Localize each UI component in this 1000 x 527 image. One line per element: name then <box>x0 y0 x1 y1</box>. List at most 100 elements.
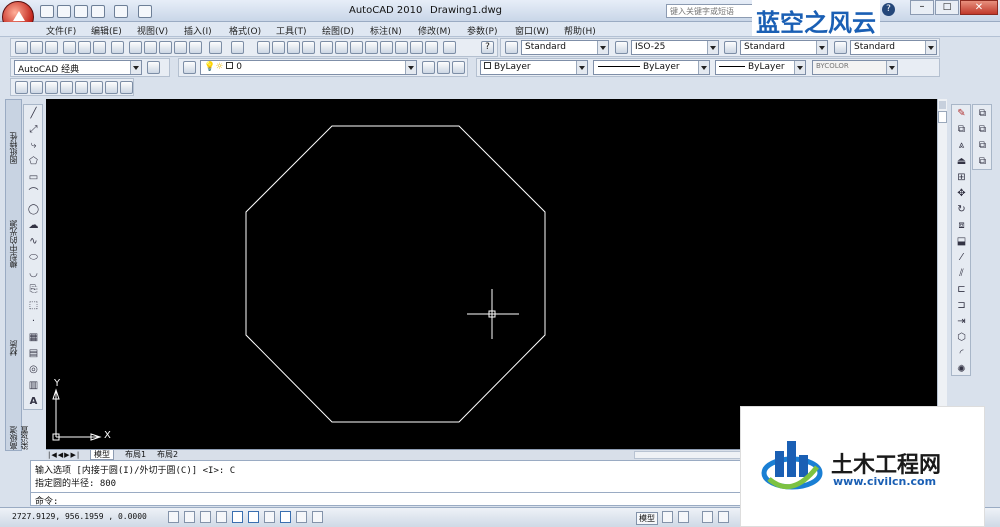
workspace-select[interactable]: AutoCAD 经典 <box>14 60 142 75</box>
object-snap-tracking-button[interactable] <box>248 511 259 523</box>
table-icon[interactable] <box>425 41 438 54</box>
save-icon[interactable] <box>74 5 88 18</box>
circle-icon[interactable]: ◯ <box>27 204 40 216</box>
sphere-icon[interactable] <box>30 81 43 94</box>
chamfer-icon[interactable]: ⬡ <box>955 332 968 344</box>
print-icon[interactable] <box>63 41 76 54</box>
calculator-icon[interactable] <box>410 41 423 54</box>
close-button[interactable]: ✕ <box>960 0 998 15</box>
erase-icon[interactable]: ✎ <box>955 108 968 120</box>
match-properties-icon[interactable] <box>174 41 187 54</box>
quick-properties-button[interactable] <box>312 511 323 523</box>
object-snap-button[interactable] <box>232 511 243 523</box>
menu-insert[interactable]: 插入(I) <box>184 24 212 37</box>
cone-icon[interactable] <box>60 81 73 94</box>
paste-icon[interactable] <box>159 41 172 54</box>
stretch-icon[interactable]: ⬓ <box>955 236 968 248</box>
help-icon[interactable]: ? <box>882 3 895 16</box>
zoom-window-icon[interactable] <box>287 41 300 54</box>
bring-to-front-icon[interactable]: ⧉ <box>976 108 989 120</box>
tool-palettes-icon[interactable] <box>350 41 363 54</box>
help-search-input[interactable]: 键入关键字或短语 <box>666 4 754 18</box>
break-icon[interactable]: ⊐ <box>955 300 968 312</box>
menu-window[interactable]: 窗口(W) <box>515 24 549 37</box>
dim-style-select[interactable]: ISO-25 <box>631 40 719 55</box>
ortho-mode-button[interactable] <box>200 511 211 523</box>
drawing-canvas[interactable]: Y X <box>46 99 937 449</box>
lineweight-select[interactable]: ByLayer <box>715 60 806 75</box>
quick-view-layouts-icon[interactable] <box>662 511 673 523</box>
menu-modify[interactable]: 修改(M) <box>418 24 451 37</box>
text-style-select[interactable]: Standard <box>521 40 609 55</box>
design-center-icon[interactable] <box>335 41 348 54</box>
zoom-previous-icon[interactable] <box>302 41 315 54</box>
lineweight-display-button[interactable] <box>296 511 307 523</box>
tab-layout2[interactable]: 布局2 <box>154 450 181 460</box>
redo-icon[interactable] <box>114 5 128 18</box>
workspace-settings-icon[interactable] <box>147 61 160 74</box>
octagon[interactable] <box>245 125 546 423</box>
undo-tool-icon[interactable] <box>209 41 222 54</box>
menu-parametric[interactable]: 参数(P) <box>467 24 497 37</box>
scroll-up-icon[interactable] <box>939 101 946 109</box>
array-icon[interactable]: ⊞ <box>955 172 968 184</box>
pyramid-icon[interactable] <box>105 81 118 94</box>
menu-tools[interactable]: 工具(T) <box>276 24 307 37</box>
properties-icon[interactable] <box>320 41 333 54</box>
menu-file[interactable]: 文件(F) <box>46 24 76 37</box>
menu-draw[interactable]: 绘图(D) <box>322 24 354 37</box>
save-file-icon[interactable] <box>45 41 58 54</box>
revision-cloud-icon[interactable]: ☁ <box>27 220 40 232</box>
break-at-point-icon[interactable]: ⊏ <box>955 284 968 296</box>
send-to-back-icon[interactable]: ⧉ <box>976 124 989 136</box>
linetype-select[interactable]: ByLayer <box>593 60 710 75</box>
ducs-button[interactable] <box>264 511 275 523</box>
pan-icon[interactable] <box>257 41 270 54</box>
offset-icon[interactable]: ⏏ <box>955 156 968 168</box>
help-tool-icon[interactable]: ? <box>481 41 494 54</box>
copy-icon[interactable] <box>144 41 157 54</box>
line-icon[interactable]: ╱ <box>27 108 40 120</box>
dynamic-input-button[interactable] <box>280 511 291 523</box>
move-icon[interactable]: ✥ <box>955 188 968 200</box>
pan-status-icon[interactable] <box>702 511 713 523</box>
menu-edit[interactable]: 编辑(E) <box>91 24 122 37</box>
mleader-style-select[interactable]: Standard <box>850 40 937 55</box>
menu-view[interactable]: 视图(V) <box>137 24 168 37</box>
menu-format[interactable]: 格式(O) <box>229 24 261 37</box>
region-icon[interactable]: ◎ <box>27 364 40 376</box>
plotstyle-select[interactable]: BYCOLOR <box>812 60 898 75</box>
vertical-scrollbar[interactable] <box>937 99 947 449</box>
wedge-icon[interactable] <box>75 81 88 94</box>
open-file-icon[interactable] <box>30 41 43 54</box>
construction-line-icon[interactable]: ⤢ <box>27 124 40 136</box>
zoom-status-icon[interactable] <box>718 511 729 523</box>
plot-preview-icon[interactable] <box>78 41 91 54</box>
make-block-icon[interactable]: ⬚ <box>27 300 40 312</box>
cut-icon[interactable] <box>129 41 142 54</box>
palette-tab-materials[interactable]: 材质 <box>8 340 19 356</box>
ellipse-icon[interactable]: ⬭ <box>27 252 40 264</box>
undo-icon[interactable] <box>91 5 105 18</box>
grid-display-button[interactable] <box>184 511 195 523</box>
publish-icon[interactable] <box>93 41 106 54</box>
make-object-layer-current-icon[interactable] <box>422 61 435 74</box>
join-icon[interactable]: ⇥ <box>955 316 968 328</box>
sheet-set-icon[interactable] <box>365 41 378 54</box>
snap-mode-button[interactable] <box>168 511 179 523</box>
polygon-icon[interactable]: ⬠ <box>27 156 40 168</box>
restore-button[interactable]: □ <box>935 0 959 15</box>
zoom-realtime-icon[interactable] <box>272 41 285 54</box>
rectangle-icon[interactable]: ▭ <box>27 172 40 184</box>
palette-tab-drawing-properties[interactable]: 图纸特性 <box>8 132 19 164</box>
torus-icon[interactable] <box>90 81 103 94</box>
point-icon[interactable]: · <box>27 316 40 328</box>
polar-tracking-button[interactable] <box>216 511 227 523</box>
mirror-icon[interactable]: ⩓ <box>955 140 968 152</box>
layer-previous-icon[interactable] <box>437 61 450 74</box>
layer-states-icon[interactable] <box>452 61 465 74</box>
menu-help[interactable]: 帮助(H) <box>564 24 596 37</box>
extend-icon[interactable]: ⫽ <box>955 268 968 280</box>
multiline-text-icon[interactable]: A <box>27 396 40 408</box>
quick-view-drawings-icon[interactable] <box>678 511 689 523</box>
